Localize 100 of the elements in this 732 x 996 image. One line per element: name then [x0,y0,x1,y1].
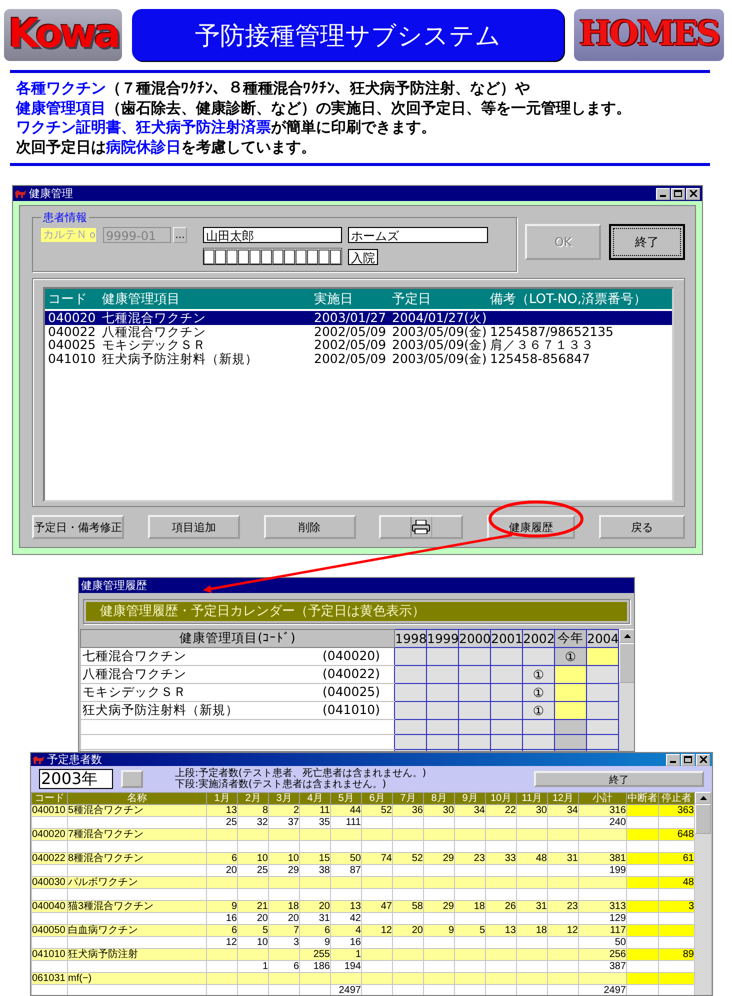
scroll-up-button[interactable] [695,792,711,804]
row-text: 2003/05/09(金) [392,324,488,338]
app-icon [33,755,44,764]
table-cell: 316 [578,804,626,816]
table-cell: 狂犬病予防注射料（新規） (041010) [80,702,394,720]
column-header: 7月 [392,792,424,804]
maximize-button[interactable] [671,188,685,200]
column-header: 8月 [424,792,454,804]
column-header: 今年 [554,630,586,648]
browse-button[interactable]: ... [173,227,187,243]
minimize-button[interactable] [666,754,680,766]
window-title: 健康管理 [29,186,74,201]
column-header: 6月 [362,792,392,804]
table-cell: 040040 [32,900,68,912]
minimize-button[interactable] [656,188,670,200]
edit-button[interactable]: 予定日・備考修正 [32,515,124,539]
app-title: 予防接種管理サブシステム [132,9,564,61]
table-cell [578,876,626,888]
row-text: 2003/05/09(金) [392,338,488,352]
table-cell: 040022 [32,852,68,864]
print-button[interactable] [379,515,464,539]
column-header: 9月 [454,792,486,804]
list-row[interactable]: 040022 八種混合ワクチン 2002/05/09 2003/05/09(金) 1254587/98652135 [45,324,672,338]
table-cell: 240 [578,816,626,828]
table-cell: 041010 [32,948,68,960]
intro-line: 健康管理項目（歯石除去、健康診断、など）の実施日、次回予定日、等を一元管理します。 [16,98,632,118]
close-button[interactable] [696,754,710,766]
column-header: 12月 [548,792,578,804]
status-field: 入院 [348,248,378,264]
table-cell: 040010 [32,804,68,816]
row-text: 2003/05/09(金) [392,352,488,365]
column-header: 5月 [330,792,362,804]
up-arrow-icon [624,634,630,638]
table-cell: 50 [578,936,626,948]
column-header: 名称 [68,792,206,804]
row-text: 1254587/98652135 [490,324,615,338]
table-cell: パルボワクチン [68,876,206,888]
row-text: 041010 [48,352,97,365]
kana-field[interactable]: ホームズ [348,227,488,243]
year-field[interactable]: 2003年 [39,769,113,789]
scroll-up-button[interactable] [619,629,634,643]
column-header: 小計 [578,792,626,804]
table-cell: 381 [578,852,626,864]
table-cell: 狂犬病予防注射 [68,948,206,960]
column-header: 1月 [206,792,238,804]
table-cell: 040050 [32,924,68,936]
table-cell: 5種混合ワクチン [68,804,206,816]
intro-line: 次回予定日は病院休診日を考慮しています。 [16,138,317,157]
back-button[interactable]: 戻る [598,515,685,539]
table-cell: 313 [578,900,626,912]
row-text: 125458-856847 [490,352,591,365]
app-icon [15,189,26,198]
name-field[interactable]: 山田太郎 [203,227,342,243]
field-label: カルテＮｏ [41,228,96,242]
row-text: 2002/05/09 [314,324,388,338]
company-logo: Kowa [4,9,122,61]
window-title: 健康管理履歴 [81,578,148,593]
column-header: 2月 [238,792,268,804]
maximize-icon [674,190,682,197]
add-button[interactable]: 項目追加 [148,515,240,539]
scrollbar-thumb[interactable] [619,643,634,683]
column-header: コード [32,792,68,804]
row-text: 040022 [48,324,97,338]
close-button[interactable] [686,188,700,200]
table-cell [578,828,626,840]
row-text: 2002/05/09 [314,352,388,365]
row-text: 肩／３６７１３３ [490,338,594,352]
column-header: 健康管理項目(ｺｰﾄﾞ) [80,630,394,648]
product-logo: HOMES [574,9,724,61]
column-header: 1998 [394,630,426,648]
maximize-button[interactable] [681,754,695,766]
column-header: 2001 [490,630,522,648]
exit-button[interactable]: 終了 [534,771,704,787]
column-header: 停止者 [658,792,694,804]
legend-text: 上段:予定者数(テスト患者、死亡患者は含まれません。) [175,768,426,779]
delete-button[interactable]: 削除 [264,515,356,539]
table-cell: 129 [578,912,626,924]
column-header: 10月 [486,792,516,804]
column-header: 1999 [426,630,458,648]
calendar-cell: ① [554,648,586,666]
list-row[interactable]: 040020 七種混合ワクチン 2003/01/27 2004/01/27(火) [45,311,672,324]
close-icon [690,190,696,197]
row-text: 2004/01/27(火) [392,311,488,324]
group-label: 患者情報 [42,210,88,225]
legend-text: 下段:実施済者数(テスト患者は含まれません。) [175,779,388,790]
scrollbar-thumb[interactable] [695,804,711,834]
table-cell: モキシデックＳＲ (040025) [80,684,394,702]
table-cell: 199 [578,864,626,876]
table-cell: 7種混合ワクチン [68,828,206,840]
column-header: 中断者 [626,792,658,804]
list-row[interactable]: 040025 モキシデックＳＲ 2002/05/09 2003/05/09(金) 肩／３６７１３３ [45,338,672,352]
column-header: コード [48,291,88,308]
list-row[interactable]: 041010 狂犬病予防注射料（新規） 2002/05/09 2003/05/09(金) 125458-856847 [45,352,672,365]
calendar-cell: ① [522,702,554,720]
column-header: 予定日 [392,291,432,308]
table-cell: 猫3種混合ワクチン [68,900,206,912]
table-cell: 8種混合ワクチン [68,852,206,864]
calendar-banner: 健康管理履歴・予定日カレンダー（予定日は黄色表示） [86,602,627,621]
up-arrow-icon [700,796,706,800]
exit-button[interactable]: 終了 [609,224,685,260]
